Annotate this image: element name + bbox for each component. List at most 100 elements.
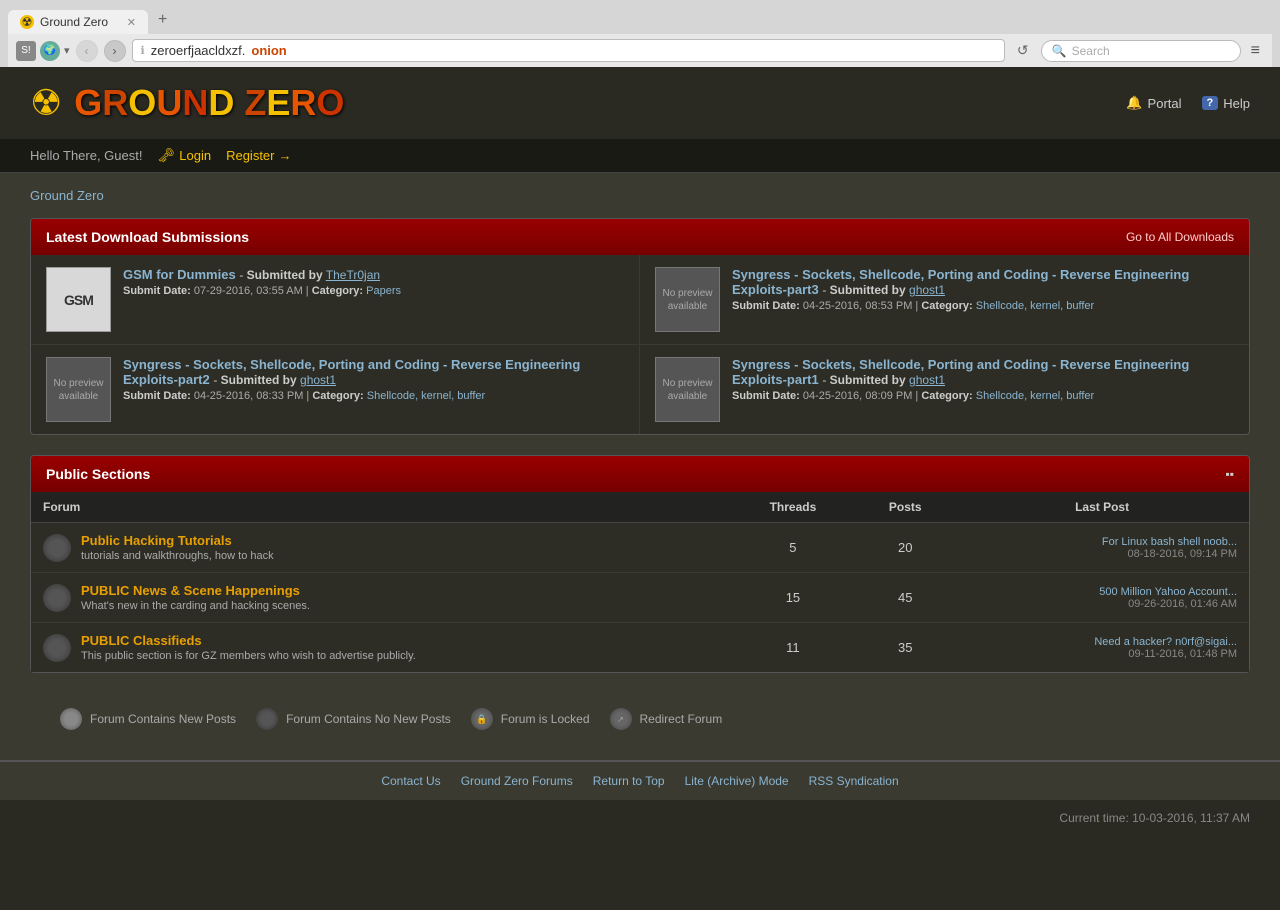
- tab-close-button[interactable]: ✕: [127, 16, 136, 29]
- legend-label-new-posts: Forum Contains New Posts: [90, 712, 236, 726]
- download-author-link[interactable]: ghost1: [300, 373, 336, 387]
- last-post-link[interactable]: Need a hacker? n0rf@sigai...: [1094, 636, 1237, 648]
- legend-item-no-new: Forum Contains No New Posts: [256, 708, 451, 730]
- help-link[interactable]: ? Help: [1202, 96, 1250, 111]
- browser-tab-active[interactable]: ☢ Ground Zero ✕: [8, 10, 148, 34]
- help-icon: ?: [1202, 96, 1219, 110]
- footer-rss-link[interactable]: RSS Syndication: [809, 774, 899, 788]
- legend-icon-no-new: [256, 708, 278, 730]
- browser-menu-button[interactable]: ≡: [1247, 40, 1264, 62]
- download-author-link[interactable]: TheTr0jan: [326, 268, 380, 282]
- forum-table-header-row: Forum Threads Posts Last Post: [31, 492, 1249, 523]
- forum-cell-inner: PUBLIC Classifieds This public section i…: [43, 633, 719, 662]
- col-posts: Posts: [855, 492, 955, 523]
- forum-icon: [43, 584, 71, 612]
- extension-icon-1[interactable]: S!: [16, 41, 36, 61]
- download-thumbnail: GSM: [46, 267, 111, 332]
- extensions-area: S! 🌍 ▾: [16, 41, 70, 61]
- download-author-link[interactable]: ghost1: [909, 283, 945, 297]
- lock-icon: ℹ: [141, 44, 145, 57]
- logo-text: GROUND ZERO: [74, 82, 344, 124]
- page: ☢ GROUND ZERO 🔔 Portal ? Help Hello Ther…: [0, 67, 1280, 835]
- last-post-date: 09-26-2016, 01:46 AM: [967, 598, 1237, 610]
- downloads-section-title: Latest Download Submissions: [46, 229, 249, 245]
- forum-post-count: 20: [855, 523, 955, 573]
- nav-bar: Hello There, Guest! 🗝 Login Register →: [0, 139, 1280, 173]
- current-time: Current time: 10-03-2016, 11:37 AM: [1059, 811, 1250, 825]
- footer-forums-link[interactable]: Ground Zero Forums: [461, 774, 573, 788]
- last-post-link[interactable]: 500 Million Yahoo Account...: [1099, 586, 1237, 598]
- browser-chrome: ☢ Ground Zero ✕ + S! 🌍 ▾ ‹ › ℹ zeroerfja…: [0, 0, 1280, 67]
- search-icon: 🔍: [1052, 44, 1067, 58]
- legend: Forum Contains New Posts Forum Contains …: [30, 693, 1250, 745]
- search-bar[interactable]: 🔍 Search: [1041, 40, 1241, 62]
- download-author-link[interactable]: ghost1: [909, 373, 945, 387]
- download-submitted: - Submitted by ghost1: [822, 373, 945, 387]
- collapse-button[interactable]: ▪▪: [1225, 467, 1234, 481]
- arrow-icon: →: [279, 148, 292, 163]
- forum-name-link[interactable]: PUBLIC News & Scene Happenings: [81, 583, 300, 598]
- forum-section: Public Sections ▪▪ Forum Threads Posts L…: [30, 455, 1250, 673]
- download-info: Syngress - Sockets, Shellcode, Porting a…: [732, 357, 1234, 402]
- greeting-text: Hello There, Guest!: [30, 148, 142, 163]
- forum-icon: [43, 534, 71, 562]
- go-to-downloads-link[interactable]: Go to All Downloads: [1126, 230, 1234, 244]
- download-item: GSM GSM for Dummies - Submitted by TheTr…: [31, 255, 640, 345]
- forum-cell-inner: PUBLIC News & Scene Happenings What's ne…: [43, 583, 719, 612]
- browser-tabs: ☢ Ground Zero ✕ +: [8, 6, 1272, 34]
- site-header: ☢ GROUND ZERO 🔔 Portal ? Help: [0, 67, 1280, 139]
- download-title-link[interactable]: GSM for Dummies: [123, 267, 236, 282]
- forum-name-link[interactable]: Public Hacking Tutorials: [81, 533, 232, 548]
- register-link[interactable]: Register →: [226, 148, 291, 163]
- download-title-link[interactable]: Syngress - Sockets, Shellcode, Porting a…: [732, 357, 1189, 387]
- forum-row: PUBLIC News & Scene Happenings What's ne…: [31, 573, 1249, 623]
- footer-lite-link[interactable]: Lite (Archive) Mode: [685, 774, 789, 788]
- download-thumbnail: No preview available: [46, 357, 111, 422]
- portal-link[interactable]: 🔔 Portal: [1126, 95, 1181, 111]
- last-post-date: 09-11-2016, 01:48 PM: [967, 648, 1237, 660]
- forum-cell-name: PUBLIC Classifieds This public section i…: [31, 623, 731, 673]
- forum-name-desc: PUBLIC News & Scene Happenings What's ne…: [81, 583, 310, 612]
- breadcrumb: Ground Zero: [30, 188, 1250, 203]
- download-submitted: - Submitted by ghost1: [213, 373, 336, 387]
- breadcrumb-link[interactable]: Ground Zero: [30, 188, 104, 203]
- new-tab-button[interactable]: +: [148, 6, 177, 34]
- forum-cell-inner: Public Hacking Tutorials tutorials and w…: [43, 533, 719, 562]
- forum-last-post: For Linux bash shell noob... 08-18-2016,…: [955, 523, 1249, 573]
- login-link[interactable]: 🗝 Login: [157, 147, 211, 164]
- last-post-link[interactable]: For Linux bash shell noob...: [1102, 536, 1237, 548]
- last-post-date: 08-18-2016, 09:14 PM: [967, 548, 1237, 560]
- forum-last-post: Need a hacker? n0rf@sigai... 09-11-2016,…: [955, 623, 1249, 673]
- download-title-link[interactable]: Syngress - Sockets, Shellcode, Porting a…: [732, 267, 1189, 297]
- col-threads: Threads: [731, 492, 856, 523]
- download-item: No preview available Syngress - Sockets,…: [31, 345, 640, 434]
- site-footer: Contact Us Ground Zero Forums Return to …: [0, 760, 1280, 800]
- site-logo: ☢ GROUND ZERO: [30, 82, 344, 124]
- forum-cell-name: Public Hacking Tutorials tutorials and w…: [31, 523, 731, 573]
- download-submitted: - Submitted by TheTr0jan: [239, 268, 380, 282]
- downloads-grid: GSM GSM for Dummies - Submitted by TheTr…: [31, 255, 1249, 434]
- forum-thread-count: 11: [731, 623, 856, 673]
- reload-button[interactable]: ↺: [1011, 40, 1035, 61]
- legend-label-redirect: Redirect Forum: [640, 712, 723, 726]
- browser-toolbar: S! 🌍 ▾ ‹ › ℹ zeroerfjaacldxzf.onion ↺ 🔍 …: [8, 34, 1272, 67]
- forum-table: Forum Threads Posts Last Post Pub: [31, 492, 1249, 672]
- footer-bottom: Current time: 10-03-2016, 11:37 AM: [0, 800, 1280, 835]
- legend-label-locked: Forum is Locked: [501, 712, 590, 726]
- address-bar[interactable]: ℹ zeroerfjaacldxzf.onion: [132, 39, 1005, 62]
- download-item: No preview available Syngress - Sockets,…: [640, 345, 1249, 434]
- extensions-dropdown[interactable]: ▾: [64, 44, 70, 57]
- forum-name-link[interactable]: PUBLIC Classifieds: [81, 633, 202, 648]
- footer-contact-link[interactable]: Contact Us: [381, 774, 440, 788]
- footer-links: Contact Us Ground Zero Forums Return to …: [30, 774, 1250, 788]
- forward-button[interactable]: ›: [104, 40, 126, 62]
- download-item: No preview available Syngress - Sockets,…: [640, 255, 1249, 345]
- forum-row: Public Hacking Tutorials tutorials and w…: [31, 523, 1249, 573]
- footer-top-link[interactable]: Return to Top: [593, 774, 665, 788]
- forum-post-count: 45: [855, 573, 955, 623]
- download-title-link[interactable]: Syngress - Sockets, Shellcode, Porting a…: [123, 357, 580, 387]
- forum-section-header: Public Sections ▪▪: [31, 456, 1249, 492]
- extension-icon-2[interactable]: 🌍: [40, 41, 60, 61]
- back-button[interactable]: ‹: [76, 40, 98, 62]
- legend-item-new-posts: Forum Contains New Posts: [60, 708, 236, 730]
